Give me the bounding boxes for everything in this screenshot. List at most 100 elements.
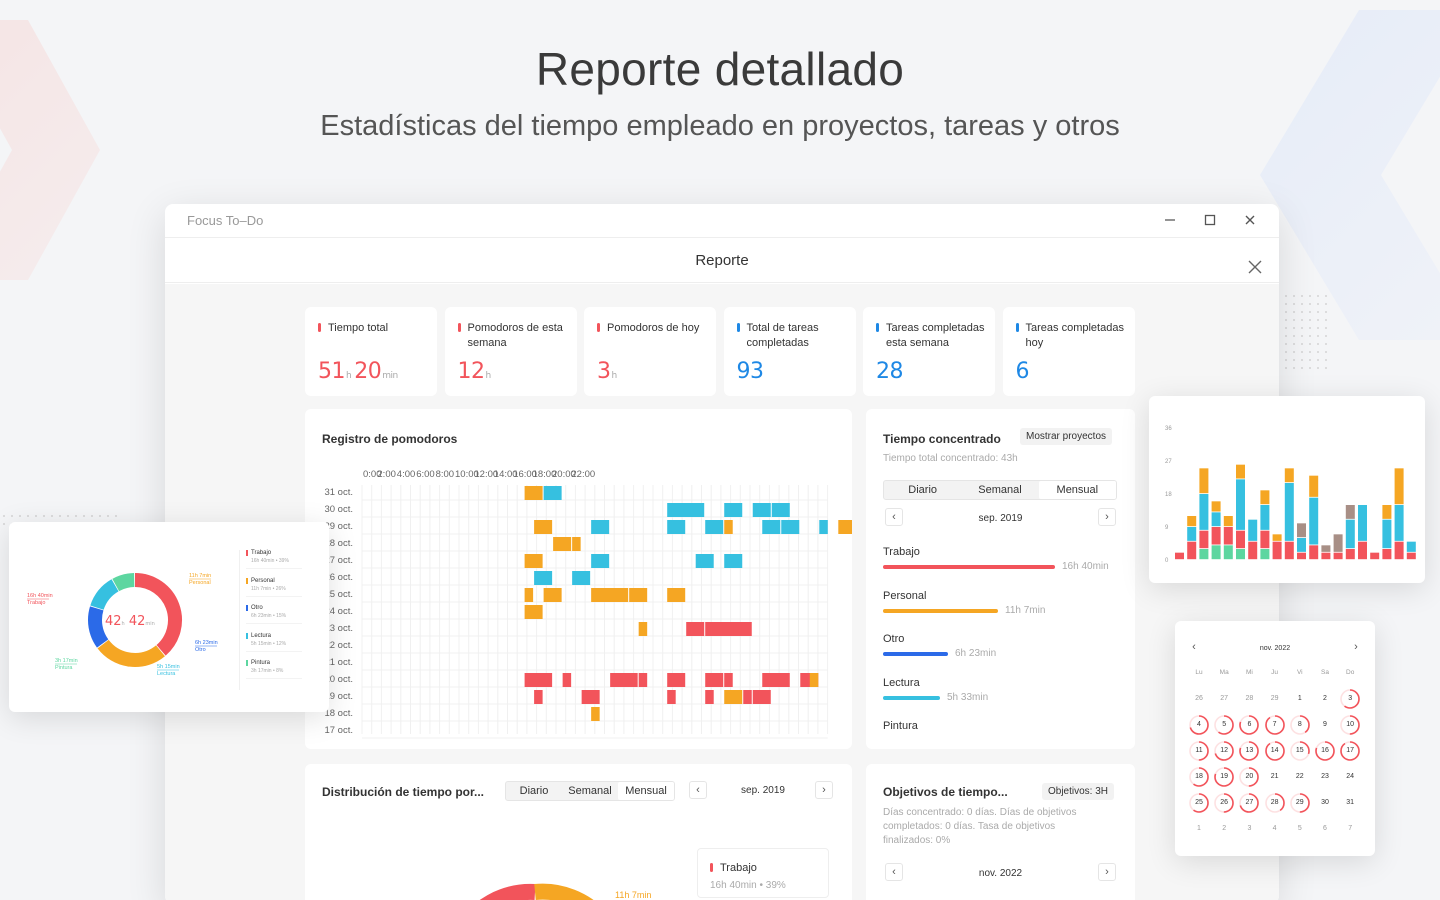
chevron-right-icon: › (1105, 866, 1109, 878)
legend-item-sub: 16h 40min • 39% (710, 880, 786, 891)
calendar-day[interactable]: 2 (1314, 688, 1336, 710)
calendar-day[interactable]: 25 (1188, 792, 1210, 814)
calendar-day[interactable]: 22 (1289, 766, 1311, 788)
calendar-day[interactable]: 31 (1339, 792, 1361, 814)
next-period-button[interactable]: › (1098, 863, 1116, 881)
calendar-day[interactable]: 19 (1213, 766, 1235, 788)
donut-label-name: Trabajo (27, 600, 45, 606)
calendar-day-number: 30 (1321, 799, 1329, 806)
calendar-day[interactable]: 26 (1213, 792, 1235, 814)
calendar-day[interactable]: 17 (1339, 740, 1361, 762)
chevron-right-icon: › (822, 784, 826, 796)
calendar-day[interactable]: 1 (1188, 818, 1210, 840)
calendar-day[interactable]: 10 (1339, 714, 1361, 736)
maximize-button[interactable] (1201, 212, 1219, 230)
calendar-day[interactable]: 20 (1238, 766, 1260, 788)
tab-daily[interactable]: Diario (884, 481, 961, 499)
pomodoro-block (591, 707, 600, 721)
pomodoro-block (733, 622, 752, 636)
calendar-day[interactable]: 2 (1213, 818, 1235, 840)
calendar-day[interactable]: 28 (1264, 792, 1286, 814)
calendar-day[interactable]: 27 (1238, 792, 1260, 814)
goals-text: Días concentrado: 0 días. Días de objeti… (883, 807, 1077, 846)
bar-segment (1211, 545, 1221, 560)
bar-segment (1394, 541, 1404, 560)
pomodoro-block (591, 520, 610, 534)
calendar-day-number: 19 (1220, 773, 1229, 780)
calendar-day[interactable]: 14 (1264, 740, 1286, 762)
stat-number: 3 (597, 359, 611, 384)
stat-card: Tareas completadas hoy 6 (1002, 307, 1135, 396)
next-period-button[interactable]: › (815, 781, 833, 799)
report-header: Reporte (165, 238, 1279, 283)
calendar-day[interactable]: 3 (1339, 688, 1361, 710)
calendar-day[interactable]: 9 (1314, 714, 1336, 736)
calendar-day[interactable]: 8 (1289, 714, 1311, 736)
report-close-button[interactable] (1245, 250, 1265, 274)
calendar-day-number: 12 (1220, 747, 1229, 754)
calendar-day[interactable]: 18 (1188, 766, 1210, 788)
calendar-weekday: Do (1346, 669, 1355, 676)
calendar-day-number: 25 (1195, 799, 1203, 806)
pomodoro-block (705, 673, 724, 687)
legend-sub: 3h 17min • 8% (251, 668, 284, 674)
show-projects-button[interactable]: Mostrar proyectos (1020, 428, 1113, 445)
pomodoro-block (524, 554, 543, 568)
bar-segment (1345, 549, 1355, 560)
calendar-day[interactable]: 27 (1213, 688, 1235, 710)
calendar-day[interactable]: 4 (1188, 714, 1210, 736)
pomodoro-block (524, 588, 534, 602)
tab-weekly[interactable]: Semanal (562, 782, 618, 800)
calendar-day[interactable]: 6 (1238, 714, 1260, 736)
calendar-day[interactable]: 30 (1314, 792, 1336, 814)
pomodoro-block (553, 537, 572, 551)
tab-weekly[interactable]: Semanal (961, 481, 1038, 499)
goals-button[interactable]: Objetivos: 3H (1042, 783, 1115, 800)
calendar-day[interactable]: 24 (1339, 766, 1361, 788)
day-label: 18 oct. (324, 708, 353, 719)
calendar-day[interactable]: 15 (1289, 740, 1311, 762)
center-hours: 42 (105, 614, 122, 629)
distribution-period-label: sep. 2019 (741, 785, 785, 796)
minimize-button[interactable] (1161, 212, 1179, 230)
calendar-next-button[interactable]: › (1349, 641, 1363, 655)
calendar-day-number: 28 (1270, 799, 1279, 806)
prev-period-button[interactable]: ‹ (689, 781, 707, 799)
bar-segment (1199, 530, 1209, 549)
calendar-day[interactable]: 16 (1314, 740, 1336, 762)
calendar-day[interactable]: 28 (1238, 688, 1260, 710)
tab-daily[interactable]: Diario (506, 782, 562, 800)
pomodoro-block (724, 554, 743, 568)
calendar-day[interactable]: 3 (1238, 818, 1260, 840)
focus-item-label: Lectura (883, 676, 920, 689)
tab-monthly[interactable]: Mensual (618, 782, 674, 800)
calendar-day[interactable]: 7 (1339, 818, 1361, 840)
calendar-day[interactable]: 26 (1188, 688, 1210, 710)
calendar-day[interactable]: 23 (1314, 766, 1336, 788)
calendar-day[interactable]: 12 (1213, 740, 1235, 762)
calendar-day[interactable]: 7 (1264, 714, 1286, 736)
calendar-day[interactable]: 29 (1289, 792, 1311, 814)
bar-segment (1199, 468, 1209, 494)
calendar-day[interactable]: 21 (1264, 766, 1286, 788)
calendar-day[interactable]: 29 (1264, 688, 1286, 710)
calendar-day[interactable]: 5 (1213, 714, 1235, 736)
hero-subtitle: Estadísticas del tiempo empleado en proy… (320, 110, 1120, 142)
window-close-button[interactable] (1241, 212, 1259, 230)
app-window: Focus To–Do Reporte Tiempo total 51h 20min… (165, 204, 1279, 900)
calendar-day[interactable]: 5 (1289, 818, 1311, 840)
y-tick-label: 9 (1165, 525, 1169, 531)
next-period-button[interactable]: › (1098, 508, 1116, 526)
hour-label: 2:00 (377, 469, 396, 480)
calendar-day[interactable]: 11 (1188, 740, 1210, 762)
calendar-day[interactable]: 4 (1264, 818, 1286, 840)
calendar-day[interactable]: 6 (1314, 818, 1336, 840)
hour-label: 4:00 (397, 469, 416, 480)
donut-label-time: 5h 15min (157, 664, 180, 670)
bar-segment (1382, 549, 1392, 560)
calendar-day-number: 4 (1197, 721, 1201, 728)
tab-monthly[interactable]: Mensual (1038, 481, 1116, 499)
app-title: Focus To–Do (187, 213, 264, 228)
calendar-day[interactable]: 1 (1289, 688, 1311, 710)
calendar-day[interactable]: 13 (1238, 740, 1260, 762)
